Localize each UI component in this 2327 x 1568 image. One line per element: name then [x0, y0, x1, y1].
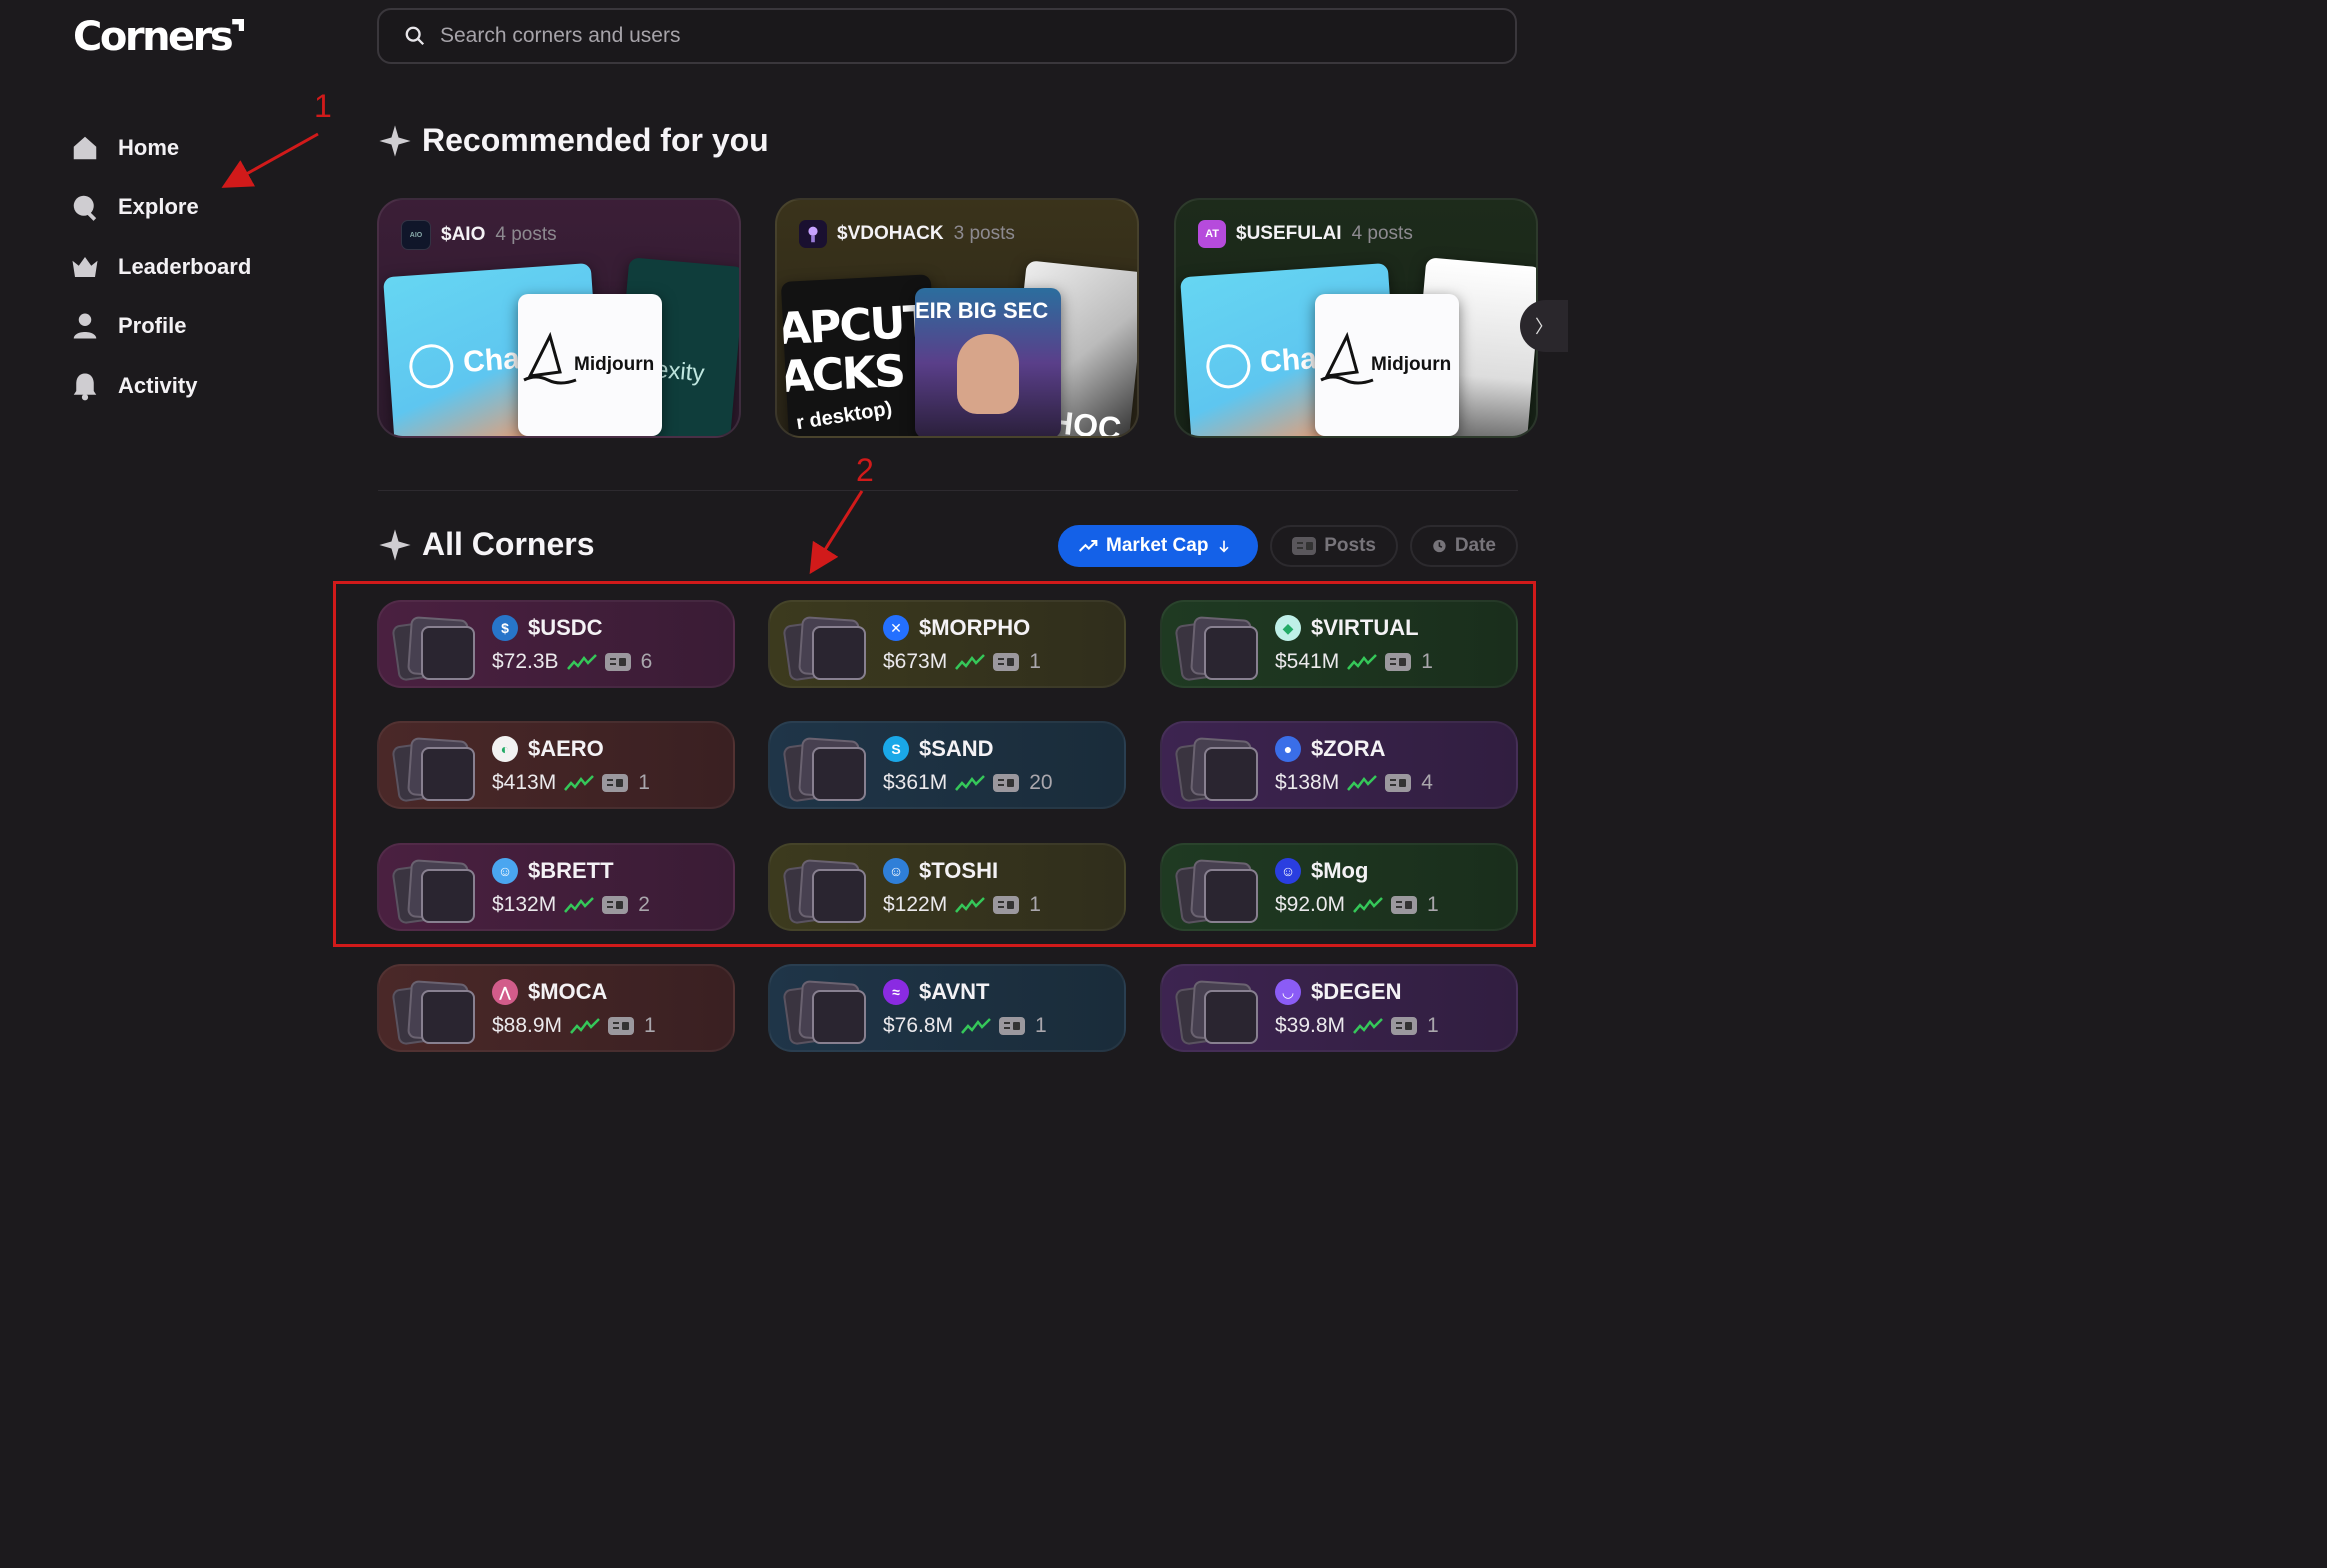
sidebar-item-label: Explore	[118, 194, 199, 220]
card-header: AIO $AIO 4 posts	[401, 220, 557, 250]
posts-icon	[1292, 537, 1317, 555]
market-cap: $39.8M	[1275, 1014, 1346, 1037]
thumbnail-midjourney: Midjourn	[518, 294, 662, 436]
annotation-number: 2	[856, 452, 874, 488]
card-ticker: $USEFULAI	[1236, 223, 1342, 244]
sidebar-item-profile[interactable]: Profile	[70, 297, 251, 357]
search-icon	[73, 196, 97, 222]
all-corners-heading: All Corners	[378, 526, 594, 563]
posts-icon	[1391, 1017, 1418, 1035]
logo-mark-icon	[232, 19, 245, 31]
section-divider	[378, 490, 1518, 491]
sailboat-icon	[523, 331, 577, 385]
posts-icon	[999, 1017, 1026, 1035]
trending-up-icon	[1078, 539, 1098, 552]
trend-icon	[1353, 1018, 1383, 1034]
recommended-card-usefulai[interactable]: AT $USEFULAI 4 posts Cha Midjourn	[1174, 198, 1538, 438]
arrow-down-icon	[1219, 540, 1230, 553]
corner-stats: $39.8M 1	[1275, 1014, 1439, 1038]
sort-market-cap-button[interactable]: Market Cap	[1058, 525, 1258, 567]
market-cap: $88.9M	[492, 1014, 563, 1037]
sidebar-item-explore[interactable]: Explore	[70, 178, 251, 238]
sidebar-item-leaderboard[interactable]: Leaderboard	[70, 237, 251, 297]
token-icon: ≈	[883, 979, 909, 1005]
card-post-count: 4 posts	[495, 224, 557, 245]
post-count: 1	[1035, 1014, 1047, 1037]
corner-thumbnail-stack	[391, 980, 479, 1046]
corner-thumbnail-stack	[1174, 980, 1262, 1046]
bell-icon	[73, 373, 97, 401]
sidebar-item-label: Home	[118, 134, 180, 160]
sparkle-icon	[379, 124, 411, 157]
sailboat-icon	[1320, 331, 1374, 385]
openai-icon	[407, 342, 455, 390]
corner-stats: $88.9M 1	[492, 1014, 656, 1038]
post-count: 1	[644, 1014, 656, 1037]
highlight-box	[333, 581, 1536, 947]
sidebar-item-activity[interactable]: Activity	[70, 356, 251, 416]
section-title: All Corners	[422, 526, 595, 562]
corner-card[interactable]: ⋀ $MOCA $88.9M 1	[377, 964, 735, 1052]
thumbnail-midjourney: Midjourn	[1315, 294, 1459, 436]
recommended-card-vdohack[interactable]: $VDOHACK 3 posts APCUT ACKS r desktop) H…	[775, 198, 1139, 438]
annotation-number: 1	[314, 88, 332, 124]
card-post-count: 3 posts	[953, 223, 1015, 244]
recommended-card-aio[interactable]: AIO $AIO 4 posts Cha lexity Midjourn	[377, 198, 741, 438]
card-post-count: 4 posts	[1351, 223, 1413, 244]
card-ticker: $AIO	[441, 224, 486, 245]
sidebar-item-label: Leaderboard	[118, 253, 252, 279]
sort-date-button[interactable]: Date	[1410, 525, 1518, 567]
search-icon	[405, 26, 425, 46]
thumbnail-secret: EIR BIG SEC	[915, 288, 1061, 436]
trend-icon	[570, 1018, 600, 1034]
token-icon: ⋀	[492, 979, 518, 1005]
market-cap: $76.8M	[883, 1014, 954, 1037]
home-icon	[73, 136, 97, 159]
corner-stats: $76.8M 1	[883, 1014, 1047, 1038]
recommended-heading: Recommended for you	[378, 122, 769, 159]
corner-thumbnail-stack	[782, 980, 870, 1046]
corner-ticker-row: ⋀ $MOCA	[492, 979, 607, 1005]
openai-icon	[1204, 342, 1252, 390]
token-icon: ◡	[1275, 979, 1301, 1005]
corners-logo[interactable]: Corners	[73, 14, 245, 60]
aio-icon: AIO	[401, 220, 431, 250]
search-input[interactable]	[438, 23, 1342, 49]
sidebar-item-home[interactable]: Home	[70, 118, 251, 178]
corner-card[interactable]: ◡ $DEGEN $39.8M 1	[1160, 964, 1518, 1052]
sidebar-item-label: Profile	[118, 313, 187, 339]
clock-icon	[1433, 539, 1446, 553]
user-icon	[73, 313, 97, 339]
corner-ticker-row: ◡ $DEGEN	[1275, 979, 1401, 1005]
sidebar-nav: Home Explore Leaderboard Profile Activit…	[70, 118, 251, 416]
card-ticker: $VDOHACK	[837, 223, 944, 244]
carousel-next-button[interactable]: 〉	[1520, 300, 1568, 352]
chevron-right-icon: 〉	[1535, 317, 1553, 337]
section-title: Recommended for you	[422, 122, 769, 158]
microphone-icon	[799, 220, 827, 248]
corner-ticker: $DEGEN	[1311, 979, 1402, 1004]
search-bar[interactable]	[377, 8, 1517, 64]
corner-ticker: $MOCA	[528, 979, 608, 1004]
sparkle-icon	[379, 528, 411, 561]
corner-ticker: $AVNT	[919, 979, 990, 1004]
card-header: $VDOHACK 3 posts	[799, 220, 1015, 248]
usefulai-icon: AT	[1198, 220, 1226, 248]
posts-icon	[608, 1017, 635, 1035]
post-count: 1	[1427, 1014, 1439, 1037]
sidebar-item-label: Activity	[118, 372, 198, 398]
trend-icon	[961, 1018, 991, 1034]
corner-ticker-row: ≈ $AVNT	[883, 979, 990, 1005]
crown-icon	[72, 256, 98, 277]
annotation-arrow	[809, 490, 864, 575]
sort-posts-button[interactable]: Posts	[1270, 525, 1398, 567]
corner-card[interactable]: ≈ $AVNT $76.8M 1	[768, 964, 1126, 1052]
card-header: AT $USEFULAI 4 posts	[1198, 220, 1413, 248]
